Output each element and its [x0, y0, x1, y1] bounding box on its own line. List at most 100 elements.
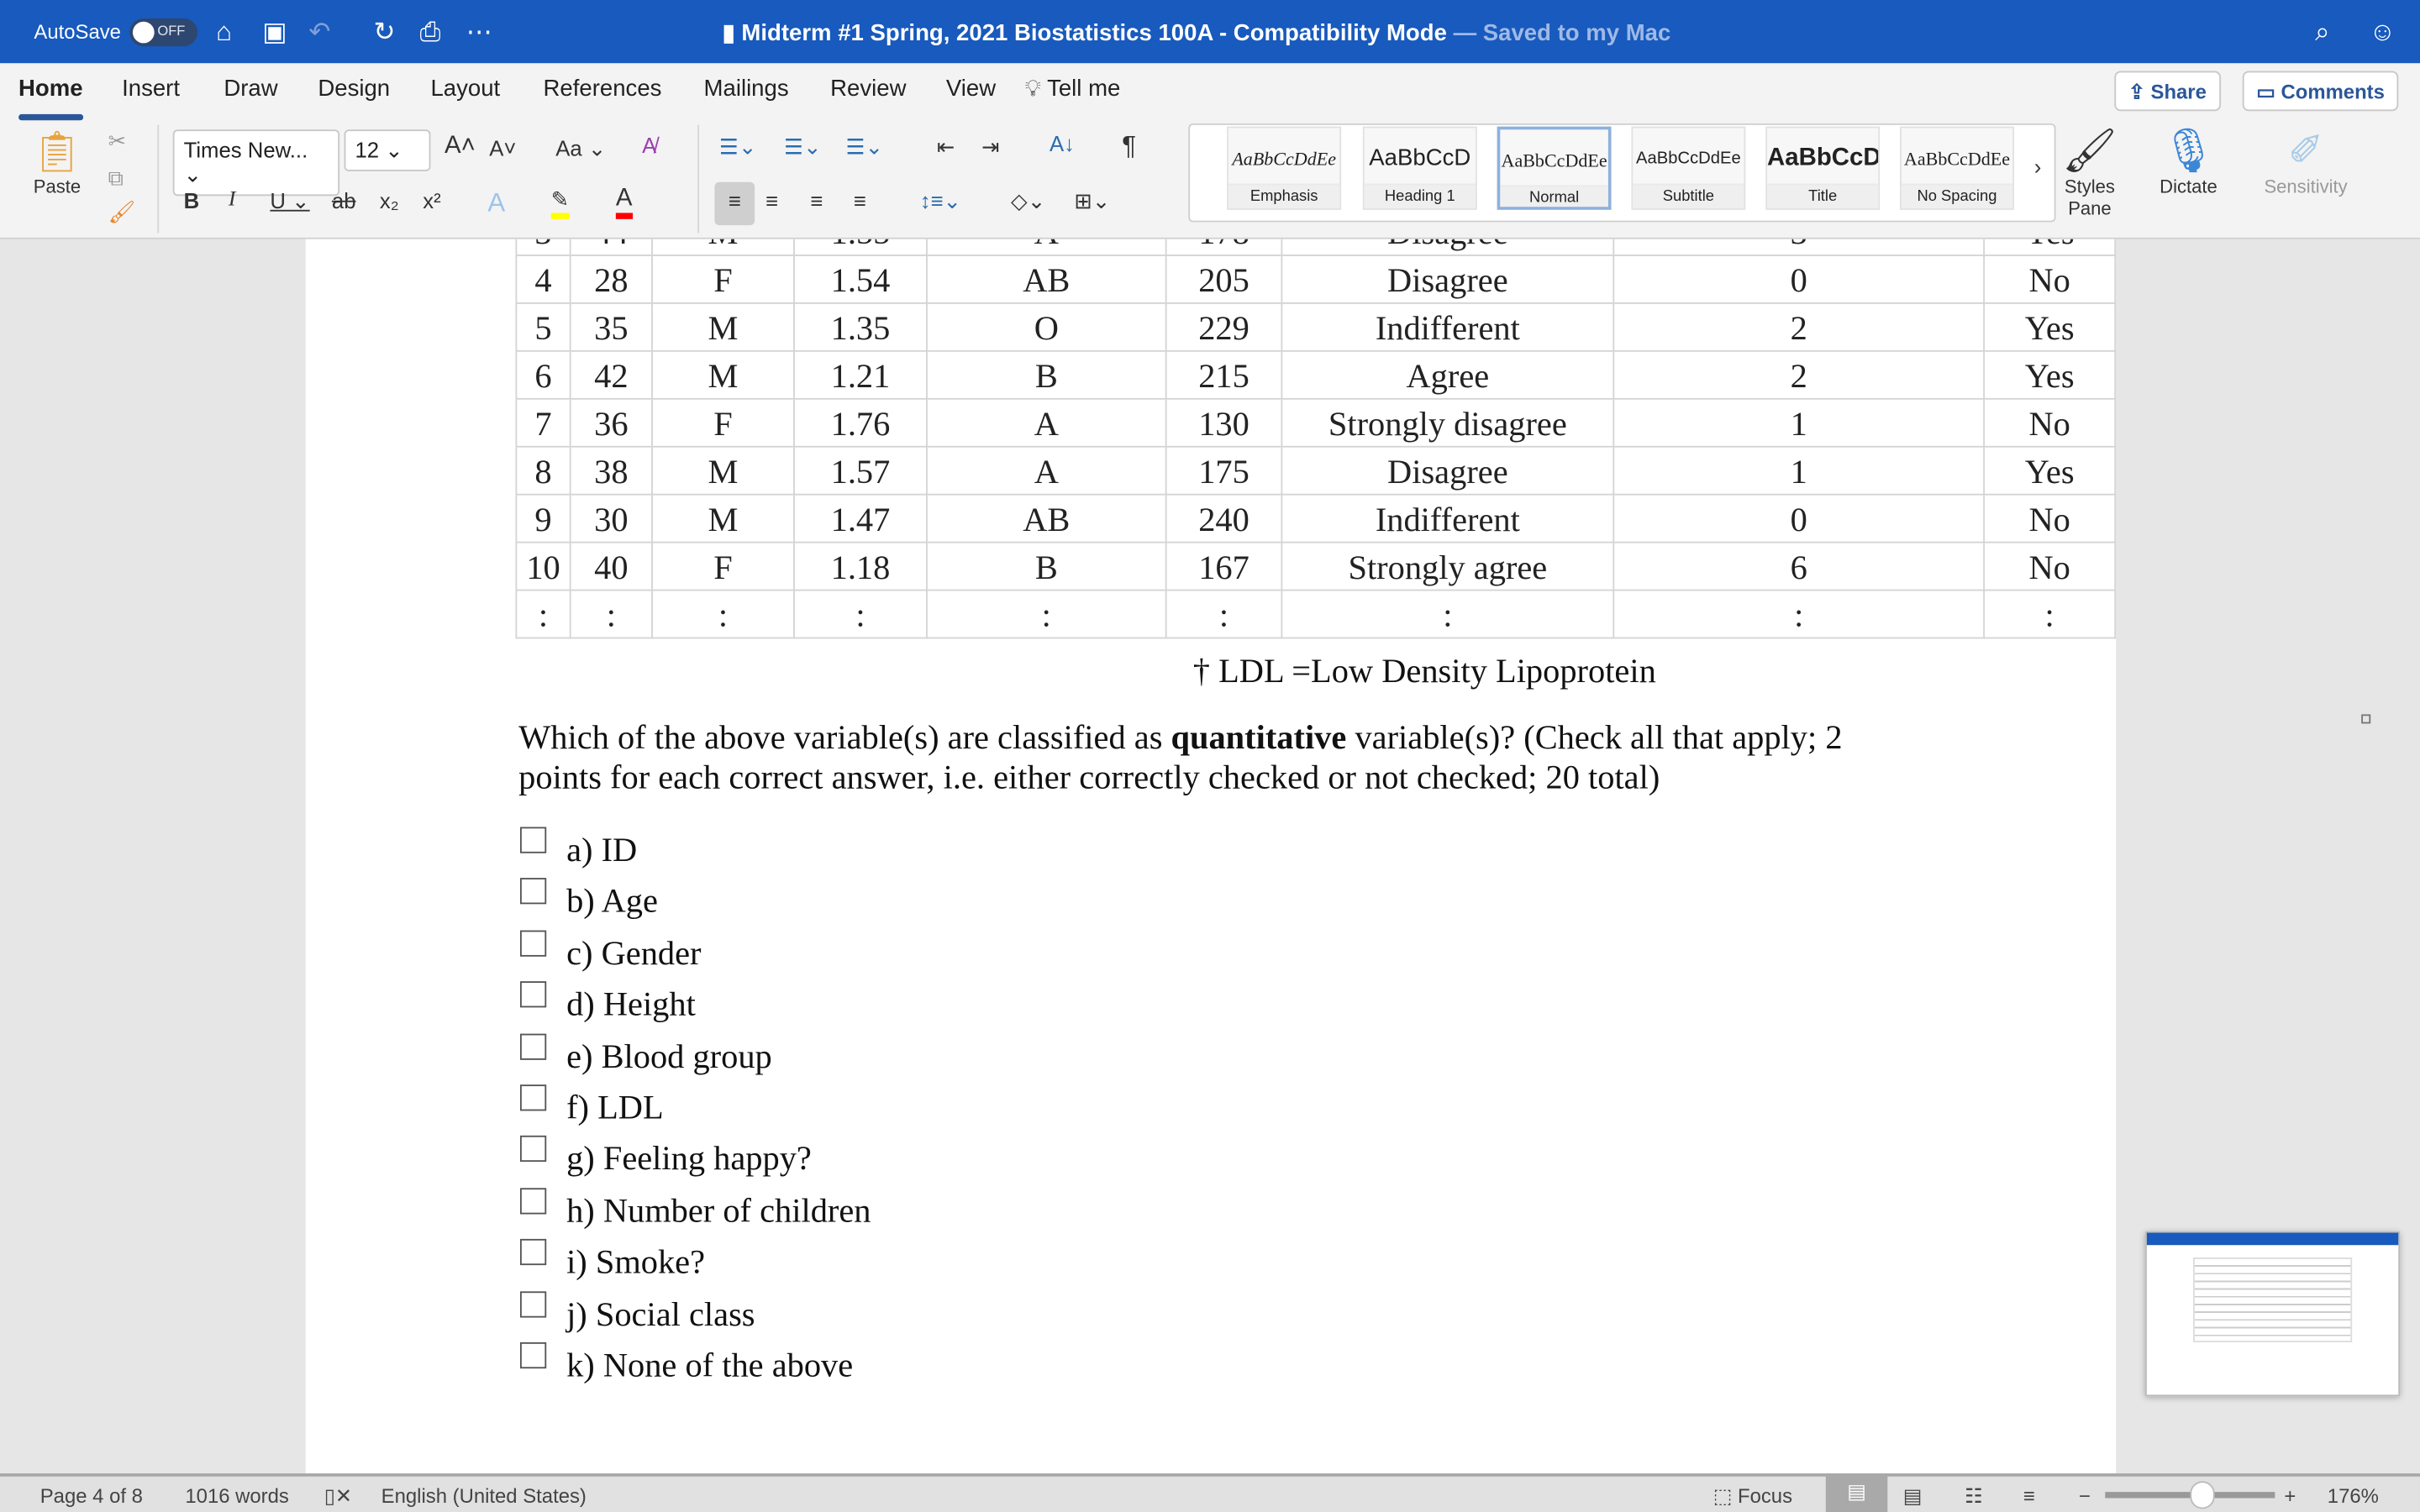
- superscript-button[interactable]: x²: [423, 188, 440, 213]
- table-cell: Disagree: [1281, 445, 1615, 496]
- style-heading-1[interactable]: AaBbCcD Heading 1: [1362, 126, 1477, 210]
- proofing-icon[interactable]: ▯✕: [324, 1484, 352, 1509]
- share-button[interactable]: ⇪ Share: [2114, 71, 2221, 112]
- option-checkbox[interactable]: [519, 827, 547, 853]
- document-title[interactable]: ▮ Midterm #1 Spring, 2021 Biostatistics …: [723, 18, 1671, 46]
- autosave-toggle[interactable]: OFF: [129, 18, 198, 47]
- window-thumbnail[interactable]: [2145, 1231, 2401, 1397]
- option-checkbox[interactable]: [519, 1187, 547, 1215]
- zoom-level[interactable]: 176%: [2328, 1484, 2379, 1508]
- tab-design[interactable]: Design: [318, 76, 390, 102]
- search-icon[interactable]: ⌕: [2315, 17, 2330, 48]
- shrink-font-icon[interactable]: A˅: [489, 136, 516, 160]
- print-icon[interactable]: ⎙: [420, 17, 441, 48]
- sort-icon[interactable]: A↓: [1050, 131, 1075, 155]
- autosave-label: AutoSave: [34, 19, 121, 44]
- change-case-icon[interactable]: Aa ⌄: [555, 136, 606, 162]
- option-checkbox[interactable]: [519, 1341, 547, 1369]
- text-effects-icon[interactable]: A: [487, 188, 505, 219]
- copy-icon[interactable]: ⧉: [108, 165, 124, 192]
- option-checkbox[interactable]: [519, 1290, 547, 1317]
- web-layout-view-icon[interactable]: ▤: [1903, 1484, 1923, 1509]
- option-checkbox[interactable]: [519, 930, 547, 957]
- increase-indent-icon[interactable]: ⇥: [981, 134, 1000, 160]
- feedback-smiley-icon[interactable]: ☺: [2369, 17, 2396, 48]
- table-cell: 1.18: [793, 541, 928, 591]
- tab-insert[interactable]: Insert: [122, 76, 180, 102]
- save-icon[interactable]: ▣: [262, 17, 287, 48]
- paste-button[interactable]: 📋︎ Paste: [22, 128, 92, 197]
- decrease-indent-icon[interactable]: ⇤: [937, 134, 955, 160]
- home-icon[interactable]: ⌂: [216, 17, 232, 48]
- table-cell: F: [651, 397, 795, 448]
- zoom-out-icon[interactable]: −: [2079, 1484, 2091, 1508]
- table-row: 10 40 F 1.18 B 167 Strongly agree 6 No: [515, 541, 2117, 591]
- shading-icon[interactable]: ◇⌄: [1011, 188, 1045, 214]
- strikethrough-button[interactable]: ab: [332, 188, 356, 213]
- format-painter-icon[interactable]: 🖌︎: [108, 199, 136, 225]
- tab-references[interactable]: References: [544, 76, 662, 102]
- borders-icon[interactable]: ⊞⌄: [1074, 188, 1110, 214]
- cut-icon[interactable]: ✂: [108, 128, 127, 154]
- bullets-icon[interactable]: ☰⌄: [719, 134, 757, 160]
- language[interactable]: English (United States): [381, 1484, 587, 1508]
- align-center-button[interactable]: ≡: [765, 188, 778, 213]
- font-color-icon[interactable]: A: [615, 185, 633, 219]
- line-spacing-icon[interactable]: ↕≡⌄: [920, 188, 961, 214]
- tab-draw[interactable]: Draw: [224, 76, 277, 102]
- style-subtitle[interactable]: AaBbCcDdEe Subtitle: [1631, 126, 1746, 210]
- more-icon[interactable]: ⋯: [466, 17, 492, 48]
- multilevel-list-icon[interactable]: ☰⌄: [846, 134, 884, 160]
- option-checkbox[interactable]: [519, 1032, 547, 1060]
- style-title[interactable]: AaBbCcD Title: [1765, 126, 1881, 210]
- option-checkbox[interactable]: [519, 1136, 547, 1163]
- clear-formatting-icon[interactable]: A̸: [642, 133, 656, 157]
- option-checkbox[interactable]: [519, 1084, 547, 1111]
- style-no-spacing[interactable]: AaBbCcDdEe No Spacing: [1900, 126, 2014, 210]
- tab-view[interactable]: View: [946, 76, 996, 102]
- option-checkbox[interactable]: [519, 878, 547, 906]
- tab-mailings[interactable]: Mailings: [704, 76, 789, 102]
- table-cell: 28: [569, 255, 653, 304]
- highlight-icon[interactable]: ✎: [550, 186, 570, 219]
- style-preview: AaBbCcDdEe: [1501, 150, 1607, 171]
- font-name-select[interactable]: Times New... ⌄: [172, 129, 340, 197]
- undo-icon[interactable]: ↶: [308, 17, 330, 48]
- table-cell: 2: [1612, 302, 1986, 352]
- style-normal[interactable]: AaBbCcDdEe Normal: [1497, 126, 1612, 210]
- subscript-button[interactable]: x₂: [380, 188, 399, 213]
- redo-icon[interactable]: ↻: [373, 17, 395, 48]
- word-count[interactable]: 1016 words: [185, 1484, 288, 1508]
- tab-home[interactable]: Home: [18, 76, 83, 121]
- justify-button[interactable]: ≡: [854, 188, 866, 213]
- comments-button[interactable]: ▭ Comments: [2242, 71, 2399, 112]
- table-cell: 9: [515, 493, 571, 543]
- grow-font-icon[interactable]: A˄: [445, 133, 476, 160]
- style-emphasis[interactable]: AaBbCcDdEe Emphasis: [1227, 126, 1342, 210]
- print-layout-view-icon[interactable]: ▤: [1825, 1473, 1888, 1512]
- font-size-select[interactable]: 12 ⌄: [344, 129, 431, 171]
- show-formatting-icon[interactable]: ¶: [1122, 131, 1136, 162]
- italic-button[interactable]: I: [229, 188, 236, 213]
- zoom-slider-thumb[interactable]: [2190, 1481, 2215, 1509]
- sensitivity-button[interactable]: ✐ Sensitivity: [2256, 125, 2355, 197]
- draft-view-icon[interactable]: ≡: [2023, 1484, 2035, 1508]
- underline-button[interactable]: U ⌄: [270, 188, 309, 214]
- focus-button[interactable]: ⬚ Focus: [1713, 1484, 1792, 1509]
- align-right-button[interactable]: ≡: [810, 188, 823, 213]
- zoom-in-icon[interactable]: +: [2284, 1484, 2296, 1508]
- tell-me[interactable]: 💡︎ Tell me: [1025, 76, 1121, 102]
- outline-view-icon[interactable]: ☷: [1965, 1484, 1982, 1509]
- bold-button[interactable]: B: [184, 188, 200, 213]
- gallery-next-icon[interactable]: ›: [2034, 155, 2042, 179]
- tab-review[interactable]: Review: [830, 76, 906, 102]
- align-left-button[interactable]: ≡: [714, 181, 755, 226]
- dictate-button[interactable]: 🎙︎ Dictate: [2154, 125, 2223, 197]
- option-checkbox[interactable]: [519, 1239, 547, 1266]
- tab-layout[interactable]: Layout: [430, 76, 500, 102]
- numbering-icon[interactable]: ☰⌄: [784, 134, 822, 160]
- page-count[interactable]: Page 4 of 8: [40, 1484, 143, 1508]
- option-checkbox[interactable]: [519, 981, 547, 1008]
- anchor-handle[interactable]: [2361, 714, 2371, 724]
- styles-pane-button[interactable]: 🖌︎ Styles Pane: [2059, 125, 2120, 219]
